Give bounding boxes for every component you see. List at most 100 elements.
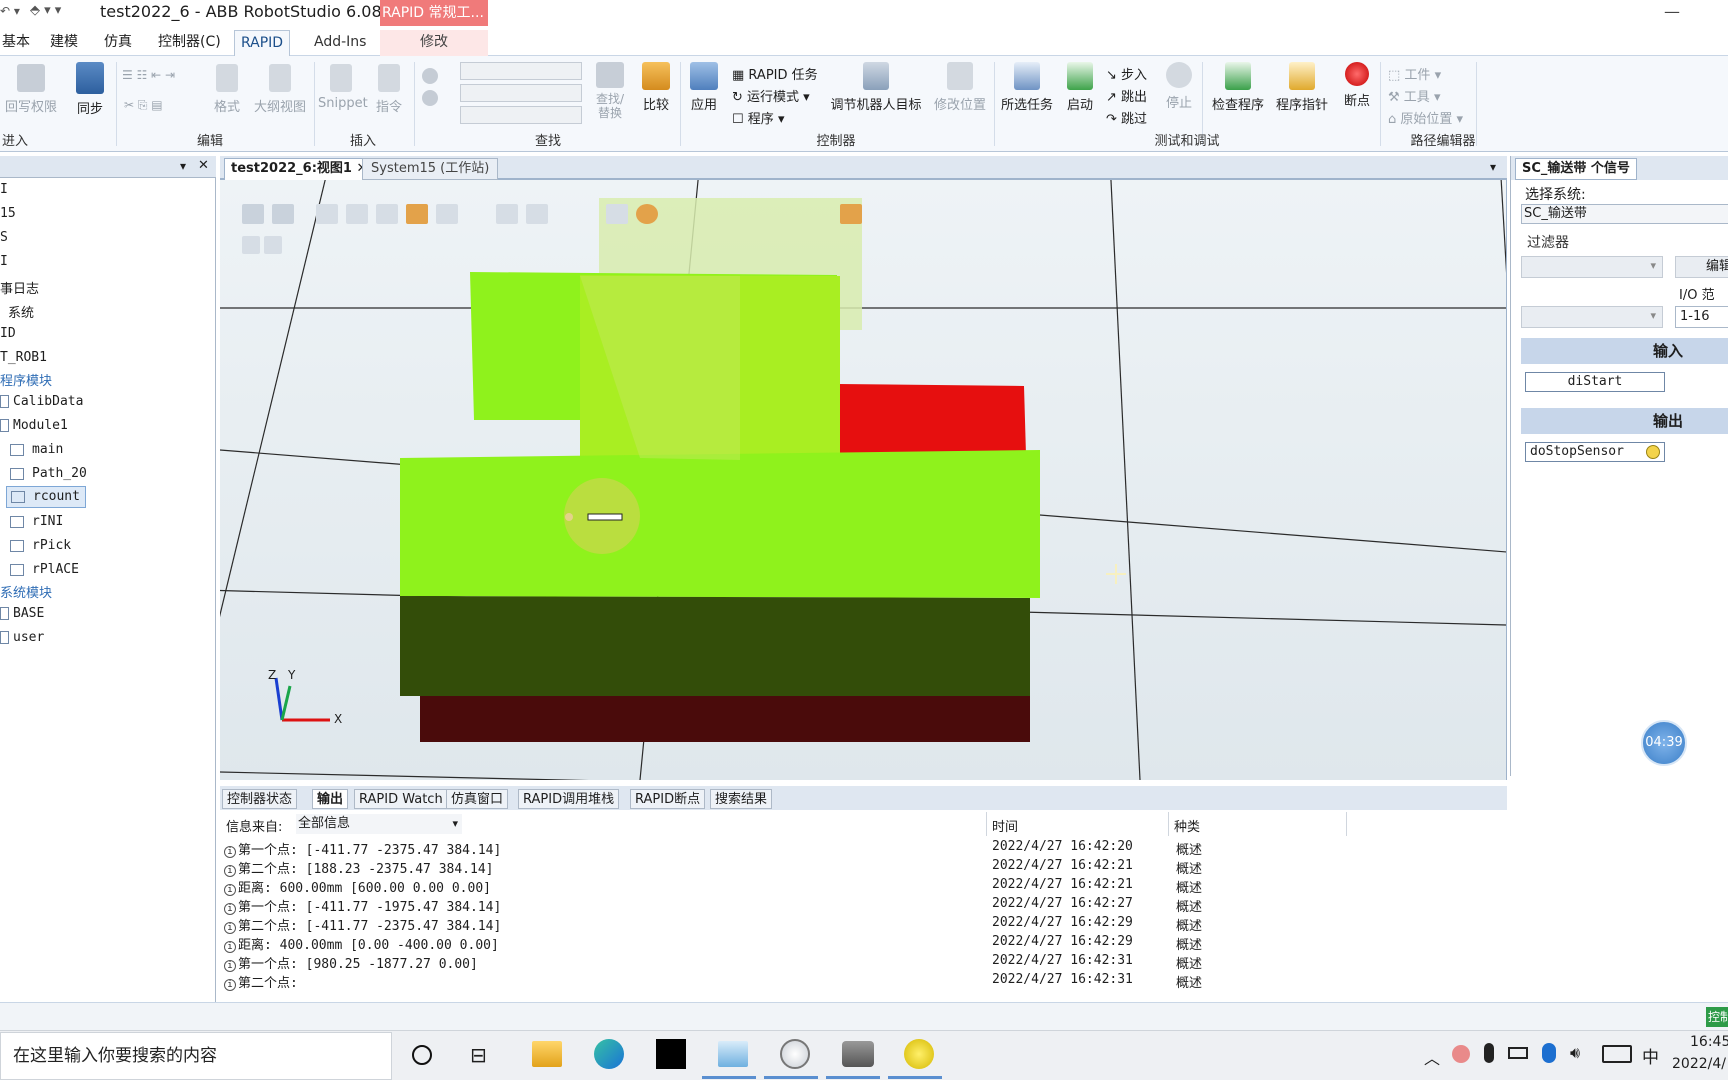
- tab-simulation[interactable]: 仿真: [98, 30, 138, 56]
- 3d-viewport[interactable]: Z Y X: [220, 180, 1507, 780]
- tree-item-rcount[interactable]: rcount: [6, 486, 86, 508]
- tree-group-program-modules[interactable]: 程序模块: [0, 370, 52, 389]
- tab-rapid[interactable]: RAPID: [234, 30, 291, 57]
- view-toolbar-icon[interactable]: [272, 204, 294, 224]
- find-dropdown-1[interactable]: [460, 62, 582, 80]
- signal-dostopsensor[interactable]: doStopSensor: [1525, 442, 1665, 462]
- microphone-icon[interactable]: [1484, 1043, 1494, 1063]
- tree-item-rpick[interactable]: rPick: [10, 538, 71, 553]
- filter-type-select[interactable]: ▾: [1521, 256, 1663, 278]
- forward-icon[interactable]: [422, 90, 438, 106]
- signal-distart[interactable]: diStart: [1525, 372, 1665, 392]
- view-toolbar-icon[interactable]: [496, 204, 518, 224]
- view-toolbar-icon[interactable]: [606, 204, 628, 224]
- tree-item-rapid[interactable]: ID: [0, 326, 16, 341]
- tree-item[interactable]: S: [0, 230, 8, 245]
- format-button[interactable]: 格式: [212, 64, 242, 115]
- panel-menu-icon[interactable]: ▾: [180, 159, 186, 173]
- tree-item[interactable]: I: [0, 182, 8, 197]
- tree-item-base[interactable]: BASE: [0, 606, 44, 621]
- ime-indicator[interactable]: 中: [1642, 1043, 1659, 1068]
- tab-controller[interactable]: 控制器(C): [152, 30, 227, 56]
- play-simulation-icon[interactable]: [242, 236, 260, 254]
- tree-item-system[interactable]: 系统: [8, 302, 34, 321]
- program-pointer-button[interactable]: 程序指针: [1272, 62, 1332, 113]
- snippet-button[interactable]: Snippet: [318, 64, 368, 111]
- bluetooth-icon[interactable]: [1542, 1043, 1556, 1063]
- volume-icon[interactable]: 🔊︎: [1570, 1043, 1580, 1063]
- stop-simulation-icon[interactable]: [264, 236, 282, 254]
- home-position-button[interactable]: ⌂ 原始位置 ▾: [1388, 108, 1463, 127]
- taskbar-search-input[interactable]: 在这里输入你要搜索的内容: [0, 1032, 392, 1080]
- output-row[interactable]: i 第一个点: [-411.77 -2375.47 384.14] 2022/4/2…: [224, 839, 1224, 858]
- app-window-icon[interactable]: [718, 1041, 748, 1067]
- find-dropdown-2[interactable]: [460, 84, 582, 102]
- robotstudio-icon[interactable]: [780, 1039, 810, 1069]
- task-view-icon[interactable]: ⊟: [470, 1043, 487, 1067]
- tab-menu-icon[interactable]: ▾: [1490, 160, 1496, 174]
- measure-distance-icon[interactable]: [840, 204, 862, 224]
- edit-button[interactable]: 编辑: [1675, 256, 1728, 278]
- quick-access-undo-icon[interactable]: ↶ ▾: [0, 4, 20, 18]
- tab-view1[interactable]: test2022_6:视图1 ✕: [224, 158, 375, 180]
- snap-object-icon[interactable]: [406, 204, 428, 224]
- output-row[interactable]: i 第一个点: [-411.77 -1975.47 384.14] 2022/4/2…: [224, 896, 1224, 915]
- selected-tasks-button[interactable]: 所选任务: [998, 62, 1056, 113]
- keyboard-icon[interactable]: [1602, 1045, 1632, 1063]
- outline-view-button[interactable]: 大纲视图: [250, 64, 310, 115]
- adjust-targets-button[interactable]: 调节机器人目标: [826, 62, 926, 113]
- tree-item-rplace[interactable]: rPlACE: [10, 562, 79, 577]
- music-app-icon[interactable]: [904, 1039, 934, 1069]
- tab-search-results[interactable]: 搜索结果: [710, 789, 773, 809]
- column-header-time[interactable]: 时间: [992, 816, 1018, 835]
- column-header-type[interactable]: 种类: [1174, 816, 1200, 835]
- run-mode-button[interactable]: ↻ 运行模式 ▾: [732, 86, 810, 105]
- view-toolbar-icon[interactable]: [376, 204, 398, 224]
- timer-badge[interactable]: 04:39: [1641, 720, 1687, 766]
- cortana-icon[interactable]: [412, 1045, 432, 1065]
- tree-item-module1[interactable]: Module1: [0, 418, 68, 433]
- app-black-icon[interactable]: [656, 1039, 686, 1069]
- tree-item[interactable]: I: [0, 254, 8, 269]
- tab-system15[interactable]: System15 (工作站): [362, 158, 499, 180]
- quick-access-tag-icon[interactable]: ⬘ ▾ ▾: [30, 3, 61, 18]
- system-select[interactable]: SC_输送带: [1521, 204, 1728, 224]
- find-dropdown-3[interactable]: [460, 106, 582, 124]
- start-button[interactable]: 启动: [1064, 62, 1096, 113]
- tool-button[interactable]: ⚒ 工具 ▾: [1388, 86, 1440, 105]
- tab-controller-status[interactable]: 控制器状态: [222, 789, 298, 809]
- snap-center-icon[interactable]: [636, 204, 658, 224]
- source-select[interactable]: 全部信息 ▾: [296, 814, 462, 834]
- clock-time[interactable]: 16:45: [1690, 1034, 1728, 1050]
- check-program-button[interactable]: 检查程序: [1208, 62, 1268, 113]
- compare-button[interactable]: 比较: [638, 62, 674, 113]
- step-out-button[interactable]: ↗ 跳出: [1106, 86, 1147, 105]
- camera-app-icon[interactable]: [842, 1041, 874, 1067]
- clock-date[interactable]: 2022/4/: [1672, 1056, 1726, 1072]
- back-icon[interactable]: [422, 68, 438, 84]
- tree-item-main[interactable]: main: [10, 442, 63, 457]
- controller-status-badge[interactable]: 控制: [1706, 1007, 1728, 1027]
- tab-output[interactable]: 输出: [312, 789, 349, 809]
- find-replace-button[interactable]: 查找/替换: [590, 62, 630, 120]
- view-toolbar-icon[interactable]: [346, 204, 368, 224]
- tab-modify[interactable]: 修改: [380, 30, 488, 56]
- tray-app-icon[interactable]: [1452, 1045, 1470, 1063]
- instruction-button[interactable]: 指令: [372, 64, 406, 115]
- tab-rapid-breakpoints[interactable]: RAPID断点: [630, 789, 706, 809]
- tree-item-t-rob1[interactable]: T_ROB1: [0, 350, 47, 365]
- workobject-button[interactable]: ⬚ 工件 ▾: [1388, 64, 1441, 83]
- tree-item[interactable]: 15: [0, 206, 16, 221]
- tree-item-path20[interactable]: Path_20: [10, 466, 87, 481]
- output-row[interactable]: i 第一个点: [980.25 -1877.27 0.00] 2022/4/27 1…: [224, 953, 1224, 972]
- output-row[interactable]: i 距离: 600.00mm [600.00 0.00 0.00] 2022/4/2…: [224, 877, 1224, 896]
- range-select[interactable]: 1-16: [1675, 306, 1728, 328]
- output-row[interactable]: i 第二个点: 2022/4/27 16:42:31 概述: [224, 972, 1224, 991]
- modify-position-button[interactable]: 修改位置: [930, 62, 990, 113]
- tab-io-signals[interactable]: SC_输送带 个信号: [1515, 158, 1637, 180]
- tab-basic[interactable]: 基本: [0, 30, 36, 56]
- minimize-button[interactable]: —: [1664, 2, 1680, 21]
- sync-button[interactable]: 同步: [72, 62, 108, 117]
- battery-icon[interactable]: [1508, 1047, 1528, 1059]
- show-hidden-icons-icon[interactable]: ︿: [1424, 1045, 1440, 1069]
